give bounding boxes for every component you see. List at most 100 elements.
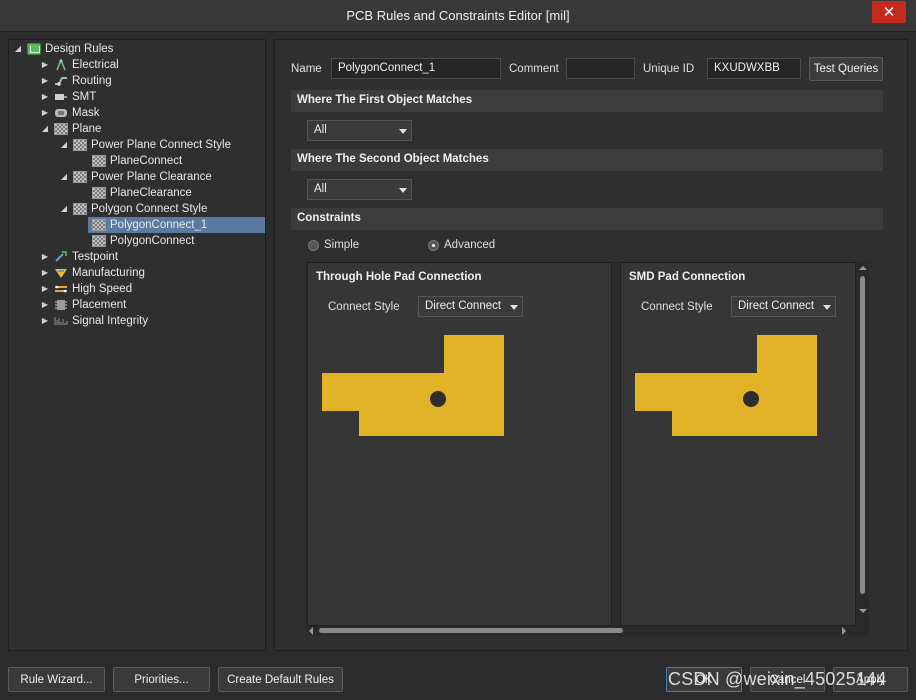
scroll-thumb[interactable]: [860, 276, 865, 594]
copper-shape: [322, 335, 504, 436]
tree-label: Mask: [72, 107, 100, 119]
smd-connect-style-label: Connect Style: [641, 301, 713, 313]
tree-label: PlaneClearance: [110, 187, 192, 199]
collapse-arrow-icon[interactable]: ◢: [59, 169, 69, 185]
th-connect-style-dropdown[interactable]: Direct Connect: [418, 296, 523, 317]
expand-arrow-icon[interactable]: ▶: [40, 89, 50, 105]
rule-editor-panel: Name PolygonConnect_1 Comment Unique ID …: [274, 39, 908, 651]
plane-icon: [54, 123, 68, 135]
window-title: PCB Rules and Constraints Editor [mil]: [346, 8, 570, 23]
tree-item-design-rules[interactable]: ◢ Design Rules: [13, 41, 263, 57]
scroll-down-icon[interactable]: [859, 608, 867, 614]
name-input[interactable]: PolygonConnect_1: [331, 58, 501, 79]
folder-rules-icon: [27, 43, 41, 55]
mask-icon: [54, 107, 68, 119]
unique-id-input[interactable]: KXUDWXBB: [707, 58, 801, 79]
expand-arrow-icon[interactable]: ▶: [40, 313, 50, 329]
vertical-scrollbar[interactable]: [857, 262, 869, 626]
connection-area: Through Hole Pad Connection Connect Styl…: [305, 262, 869, 636]
th-connect-style-value: Direct Connect: [425, 300, 502, 312]
simple-radio[interactable]: Simple: [308, 239, 359, 251]
tree-item-manufacturing[interactable]: ▶ Manufacturing: [40, 265, 263, 281]
scroll-up-icon[interactable]: [859, 265, 867, 271]
rule-grid-icon: [92, 219, 106, 231]
expand-arrow-icon[interactable]: ▶: [40, 281, 50, 297]
tree-item-polygon-connect-style[interactable]: ◢ Polygon Connect Style: [59, 201, 263, 217]
tree-item-power-plane-connect-style[interactable]: ◢ Power Plane Connect Style: [59, 137, 263, 153]
watermark-text: CSDN @weixin_45025144: [668, 669, 887, 689]
title-bar: PCB Rules and Constraints Editor [mil] ✕: [0, 0, 916, 32]
tree-item-high-speed[interactable]: ▶ High Speed: [40, 281, 263, 297]
tree-label: Routing: [72, 75, 112, 87]
pad-hole: [430, 391, 446, 407]
tree-label: Signal Integrity: [72, 315, 149, 327]
first-match-header: Where The First Object Matches: [291, 90, 883, 112]
tree-item-routing[interactable]: ▶ Routing: [40, 73, 263, 89]
advanced-label: Advanced: [444, 239, 496, 251]
tree-label: Design Rules: [45, 43, 114, 55]
th-connection-diagram: [322, 335, 504, 436]
tree-label: Testpoint: [72, 251, 119, 263]
first-match-dropdown[interactable]: All: [307, 120, 412, 141]
tree-item-mask[interactable]: ▶ Mask: [40, 105, 263, 121]
smd-connect-style-value: Direct Connect: [738, 300, 815, 312]
tree-label: Plane: [72, 123, 102, 135]
advanced-radio[interactable]: Advanced: [428, 239, 495, 251]
tree-item-planeclearance[interactable]: PlaneClearance: [88, 185, 263, 201]
smd-connect-style-dropdown[interactable]: Direct Connect: [731, 296, 836, 317]
expand-arrow-icon[interactable]: ▶: [40, 73, 50, 89]
tree-item-smt[interactable]: ▶ SMT: [40, 89, 263, 105]
chevron-down-icon: [399, 188, 407, 193]
scroll-left-icon[interactable]: [308, 627, 314, 635]
tree-item-plane[interactable]: ◢ Plane: [40, 121, 263, 137]
expand-arrow-icon[interactable]: ▶: [40, 57, 50, 73]
collapse-arrow-icon[interactable]: ◢: [13, 41, 23, 57]
tree-label: Electrical: [72, 59, 119, 71]
unique-id-label: Unique ID: [643, 63, 695, 75]
collapse-arrow-icon[interactable]: ◢: [59, 201, 69, 217]
smd-title: SMD Pad Connection: [629, 271, 746, 283]
rules-tree-panel: ◢ Design Rules ▶ Electrical ▶ Routing ▶ …: [8, 39, 266, 651]
routing-icon: [54, 75, 68, 87]
horizontal-scrollbar[interactable]: [305, 626, 869, 636]
tree-item-electrical[interactable]: ▶ Electrical: [40, 57, 263, 73]
create-default-rules-button[interactable]: Create Default Rules: [218, 667, 343, 692]
electrical-icon: [54, 57, 68, 71]
rule-wizard-button[interactable]: Rule Wizard...: [8, 667, 105, 692]
test-queries-button[interactable]: Test Queries: [809, 57, 883, 81]
rule-grid-icon: [73, 203, 87, 215]
expand-arrow-icon[interactable]: ▶: [40, 297, 50, 313]
rule-grid-icon: [73, 171, 87, 183]
expand-arrow-icon[interactable]: ▶: [40, 265, 50, 281]
priorities-button[interactable]: Priorities...: [113, 667, 210, 692]
tree-label: Power Plane Clearance: [91, 171, 212, 183]
simple-label: Simple: [324, 239, 360, 251]
constraints-header: Constraints: [291, 208, 883, 230]
signal-integrity-icon: [54, 315, 68, 327]
tree-item-power-plane-clearance[interactable]: ◢ Power Plane Clearance: [59, 169, 263, 185]
tree-label: PolygonConnect: [110, 235, 195, 247]
smd-panel: SMD Pad Connection Connect Style Direct …: [620, 262, 856, 626]
collapse-arrow-icon[interactable]: ◢: [40, 121, 50, 137]
tree-label: SMT: [72, 91, 97, 103]
comment-input[interactable]: [566, 58, 635, 79]
scroll-right-icon[interactable]: [841, 627, 847, 635]
collapse-arrow-icon[interactable]: ◢: [59, 137, 69, 153]
tree-item-testpoint[interactable]: ▶ Testpoint: [40, 249, 263, 265]
th-connect-style-label: Connect Style: [328, 301, 400, 313]
close-button[interactable]: ✕: [872, 1, 906, 23]
second-match-dropdown[interactable]: All: [307, 179, 412, 200]
second-match-header: Where The Second Object Matches: [291, 149, 883, 171]
expand-arrow-icon[interactable]: ▶: [40, 105, 50, 121]
tree-item-polygonconnect-1[interactable]: PolygonConnect_1: [88, 217, 265, 233]
tree-item-polygonconnect[interactable]: PolygonConnect: [88, 233, 263, 249]
expand-arrow-icon[interactable]: ▶: [40, 249, 50, 265]
tree-item-placement[interactable]: ▶ Placement: [40, 297, 263, 313]
tree-item-planeconnect[interactable]: PlaneConnect: [88, 153, 263, 169]
scroll-thumb[interactable]: [319, 628, 623, 633]
through-hole-title: Through Hole Pad Connection: [316, 271, 482, 283]
manufacturing-icon: [54, 267, 68, 279]
tree-item-signal-integrity[interactable]: ▶ Signal Integrity: [40, 313, 263, 329]
chevron-down-icon: [399, 129, 407, 134]
smt-icon: [54, 91, 68, 103]
